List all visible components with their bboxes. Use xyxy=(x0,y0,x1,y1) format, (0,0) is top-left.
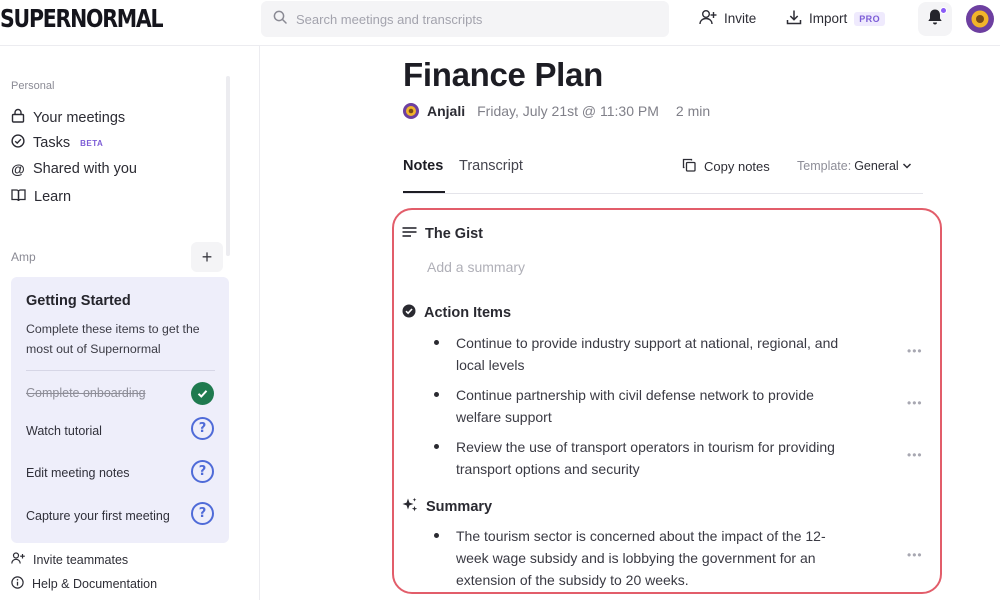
meeting-meta: Anjali Friday, July 21st @ 11:30 PM 2 mi… xyxy=(403,103,710,119)
help-documentation-link[interactable]: Help & Documentation xyxy=(11,576,157,592)
personal-section-label: Personal xyxy=(11,80,55,92)
sidebar-item-your-meetings[interactable]: Your meetings xyxy=(11,108,125,127)
author-name: Anjali xyxy=(427,103,466,119)
gist-heading-label: The Gist xyxy=(425,226,484,242)
more-options-icon[interactable]: ••• xyxy=(907,548,923,562)
add-workspace-button[interactable]: + xyxy=(191,242,223,272)
action-item[interactable]: Continue partnership with civil defense … xyxy=(456,384,851,428)
summary-item[interactable]: The tourism sector is concerned about th… xyxy=(456,525,851,591)
sidebar-item-tasks[interactable]: Tasks BETA xyxy=(11,134,103,152)
import-label: Import xyxy=(809,11,848,26)
task-complete-onboarding[interactable]: Complete onboarding xyxy=(26,386,146,400)
sidebar-item-label: Learn xyxy=(34,189,72,205)
search-bar[interactable] xyxy=(261,1,669,37)
search-icon xyxy=(273,10,287,29)
meeting-date: Friday, July 21st @ 11:30 PM xyxy=(477,103,659,119)
help-circle-icon[interactable]: ? xyxy=(191,460,214,483)
copy-notes-button[interactable]: Copy notes xyxy=(682,158,770,175)
notifications-button[interactable] xyxy=(918,2,952,36)
notes-tabs: Notes Transcript Copy notes Template: Ge… xyxy=(403,155,923,194)
copy-notes-label: Copy notes xyxy=(704,159,770,174)
tab-transcript[interactable]: Transcript xyxy=(459,158,523,174)
sparkles-icon xyxy=(402,497,418,517)
action-item[interactable]: Review the use of transport operators in… xyxy=(456,436,851,480)
sidebar-item-label: Tasks xyxy=(33,135,71,151)
bullet-point xyxy=(434,392,439,397)
sidebar-scrollbar[interactable] xyxy=(226,76,230,256)
user-avatar[interactable] xyxy=(966,5,994,33)
top-bar: SUPERNORMAL Invite Import PRO xyxy=(0,0,1000,46)
sidebar-item-shared-with-you[interactable]: @ Shared with you xyxy=(11,161,137,177)
workspace-section-label: Amp xyxy=(11,250,36,264)
invite-label: Invite xyxy=(724,11,757,26)
meeting-title[interactable]: Finance Plan xyxy=(403,56,603,94)
sidebar-item-label: Shared with you xyxy=(33,161,137,177)
action-items-heading-label: Action Items xyxy=(424,305,512,321)
notification-dot xyxy=(940,7,947,14)
getting-started-card: Getting Started Complete these items to … xyxy=(11,277,229,543)
lock-icon xyxy=(11,108,25,127)
invite-teammates-link[interactable]: Invite teammates xyxy=(11,552,128,567)
getting-started-description: Complete these items to get the most out… xyxy=(26,322,200,356)
sidebar-item-learn[interactable]: Learn xyxy=(11,188,71,206)
summary-placeholder-input[interactable]: Add a summary xyxy=(427,259,525,275)
tab-notes[interactable]: Notes xyxy=(403,158,443,174)
template-dropdown[interactable]: Template: General xyxy=(797,159,912,173)
search-input[interactable] xyxy=(296,11,656,27)
task-edit-meeting-notes[interactable]: Edit meeting notes xyxy=(26,466,130,480)
check-circle-filled-icon xyxy=(402,304,416,322)
checkmark-icon xyxy=(191,382,214,405)
template-value: General xyxy=(854,159,899,173)
more-options-icon[interactable]: ••• xyxy=(907,396,923,410)
help-circle-icon[interactable]: ? xyxy=(191,417,214,440)
task-watch-tutorial[interactable]: Watch tutorial xyxy=(26,424,102,438)
pro-badge: PRO xyxy=(854,11,885,26)
more-options-icon[interactable]: ••• xyxy=(907,448,923,462)
beta-badge: BETA xyxy=(80,138,104,148)
sidebar: Personal Your meetings Tasks BETA @ Shar… xyxy=(0,46,260,600)
getting-started-title: Getting Started xyxy=(26,293,131,309)
active-tab-indicator xyxy=(403,191,445,193)
copy-icon xyxy=(682,158,696,175)
plus-icon: + xyxy=(201,246,213,267)
text-lines-icon xyxy=(402,226,417,242)
action-items-heading: Action Items xyxy=(402,304,511,322)
supernormal-logo[interactable]: SUPERNORMAL xyxy=(0,4,164,33)
book-icon xyxy=(11,188,26,206)
footer-label: Invite teammates xyxy=(33,552,129,567)
download-icon xyxy=(786,9,802,28)
footer-label: Help & Documentation xyxy=(32,577,158,591)
user-plus-icon xyxy=(11,552,25,567)
action-item[interactable]: Continue to provide industry support at … xyxy=(456,332,851,376)
author-avatar xyxy=(403,103,419,119)
import-button[interactable]: Import PRO xyxy=(786,9,885,28)
bullet-point xyxy=(434,444,439,449)
template-label: Template: xyxy=(797,159,852,173)
divider xyxy=(26,370,215,371)
sidebar-item-label: Your meetings xyxy=(33,109,126,126)
meeting-duration: 2 min xyxy=(675,103,711,119)
bullet-point xyxy=(434,533,439,538)
info-icon xyxy=(11,576,24,592)
sunflower-icon xyxy=(971,10,989,28)
gist-heading: The Gist xyxy=(402,226,483,242)
invite-button[interactable]: Invite xyxy=(699,9,756,28)
at-icon: @ xyxy=(11,161,25,177)
summary-heading-label: Summary xyxy=(426,499,493,515)
help-circle-icon[interactable]: ? xyxy=(191,502,214,525)
summary-heading: Summary xyxy=(402,497,492,517)
check-circle-icon xyxy=(11,134,25,152)
chevron-down-icon xyxy=(902,159,912,173)
bullet-point xyxy=(434,340,439,345)
more-options-icon[interactable]: ••• xyxy=(907,344,923,358)
user-plus-icon xyxy=(699,9,717,28)
task-capture-first-meeting[interactable]: Capture your first meeting xyxy=(26,509,170,523)
